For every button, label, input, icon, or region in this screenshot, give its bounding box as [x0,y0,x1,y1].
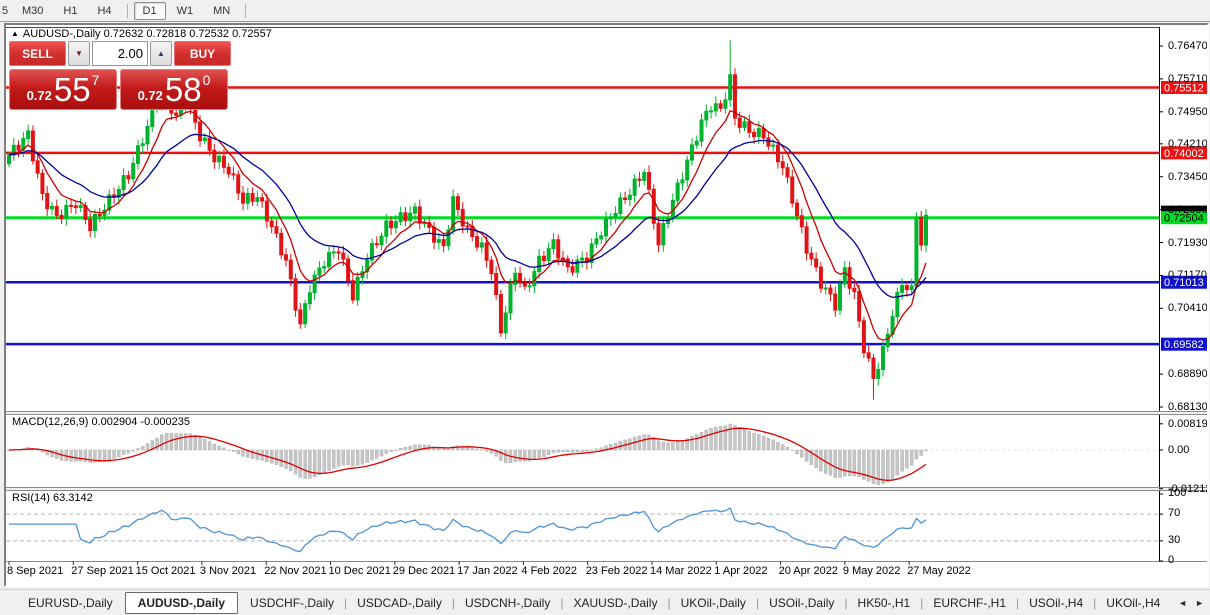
timeframe-button-d1[interactable]: D1 [133,1,166,20]
sell-button[interactable]: SELL [9,41,66,66]
date-axis-label: 9 May 2022 [842,565,901,577]
chart-title: ▲ AUDUSD-,Daily 0.72632 0.72818 0.72532 0… [11,28,272,40]
chart-tab-usoil-daily[interactable]: USOil-,Daily [759,593,844,613]
timeframe-button-w1[interactable]: W1 [168,2,203,20]
chart-tab-ukoil-daily[interactable]: UKOil-,Daily [671,593,756,613]
sell-price-base: 0.72 [26,88,52,103]
svg-text:0.69582: 0.69582 [1164,339,1204,351]
chart-tab-bar: EURUSD-,Daily AUDUSD-,Daily USDCHF-,Daily |… [0,589,1210,615]
price-axis-tick: 0.73450 [1168,170,1207,183]
date-axis-label: 14 Mar 2022 [650,565,712,577]
rsi-label: RSI(14) 63.3142 [12,492,93,504]
date-axis-label: 1 Apr 2022 [714,565,768,577]
moving-average-line [8,133,927,299]
macd-axis-tick: 0.008197 [1168,417,1207,430]
date-axis-label: 10 Dec 2021 [328,565,391,577]
date-axis-label: 15 Oct 2021 [135,565,196,577]
chart-tab-audusd-daily[interactable]: AUDUSD-,Daily [124,591,239,614]
chart-ohlc-values: 0.72632 0.72818 0.72532 0.72557 [103,28,272,40]
chart-tab-ukoil-h4[interactable]: UKOil-,H4 [1096,593,1170,613]
volume-input[interactable] [92,41,148,66]
tab-scroll-right-icon[interactable]: ► [1195,598,1204,608]
chart-tab-usdcad-daily[interactable]: USDCAD-,Daily [347,593,452,613]
one-click-trade-panel: SELL ▼ ▲ BUY 0.72 55 7 0.72 58 0 [9,41,231,110]
timeframe-button-h1[interactable]: H1 [54,2,86,20]
timeframe-button-m30[interactable]: M30 [13,2,52,20]
sell-price-big: 55 [53,71,91,108]
chart-client[interactable]: 0.75512 0.74002 0.72504 0.71013 0.69582 ▲ AUD… [6,25,1207,585]
toolbar-separator [245,3,247,18]
date-axis-label: 27 May 2022 [907,565,971,577]
tab-scroll-left-icon[interactable]: ◄ [1178,598,1187,608]
timeframe-button-mn[interactable]: MN [204,2,239,20]
price-axis-tick: 0.75710 [1168,72,1207,85]
date-axis-label: 3 Nov 2021 [199,565,257,577]
price-axis-tick: 0.68890 [1168,368,1207,381]
macd-label: MACD(12,26,9) 0.002904 -0.000235 [12,416,190,428]
rsi-axis-tick: 100 [1168,487,1187,499]
rsi-axis-tick: 30 [1168,533,1181,546]
buy-price-base: 0.72 [137,88,163,103]
date-axis-label: 29 Dec 2021 [392,565,456,577]
sell-price-box[interactable]: 0.72 55 7 [9,69,117,110]
date-axis-label: 17 Jan 2022 [457,565,518,577]
chart-tab-usdchf-daily[interactable]: USDCHF-,Daily [240,593,344,613]
date-axis-label: 20 Apr 2022 [778,565,838,577]
price-axis-tick: 0.76470 [1168,40,1207,52]
date-axis-label: 22 Nov 2021 [264,565,327,577]
spin-down-icon: ▼ [75,49,83,58]
timeframe-button-h4[interactable]: H4 [88,2,120,20]
rsi-axis-tick: 0 [1168,554,1175,566]
volume-decrease-button[interactable]: ▼ [68,41,90,66]
price-axis-tick: 0.68130 [1168,401,1207,414]
chart-window: 0.75512 0.74002 0.72504 0.71013 0.69582 ▲ AUD… [4,23,1209,587]
buy-button[interactable]: BUY [174,41,231,66]
chart-collapse-icon[interactable]: ▲ [11,29,19,38]
timeframe-buttons: M30 H1 H4 D1 W1 MN [12,1,251,20]
chart-tab-xauusd-daily[interactable]: XAUUSD-,Daily [563,593,667,613]
price-axis-tick: 0.70410 [1168,302,1207,315]
date-axis-label: 23 Feb 2022 [585,565,648,577]
buy-price-big: 58 [164,71,202,108]
buy-price-box[interactable]: 0.72 58 0 [120,69,228,110]
tab-scroll-arrows: ◄ ► [1178,598,1210,608]
volume-increase-button[interactable]: ▲ [150,41,172,66]
price-axis-tick: 0.74950 [1168,105,1207,118]
sell-price-sup: 7 [91,72,100,88]
toolbar-separator [126,3,128,18]
price-axis-tick: 0.71170 [1168,269,1207,282]
chart-symbol-label: AUDUSD-,Daily [22,28,101,40]
chart-tab-eurusd-daily[interactable]: EURUSD-,Daily [18,593,123,613]
macd-axis-tick: 0.00 [1168,444,1190,456]
chart-tab-eurchf-h1[interactable]: EURCHF-,H1 [923,593,1016,613]
date-axis-label: 8 Sep 2021 [7,565,64,577]
spin-up-icon: ▲ [157,49,165,58]
macd-signal-line [8,427,927,481]
chart-tab-strip: EURUSD-,Daily AUDUSD-,Daily USDCHF-,Daily |… [0,590,1170,615]
price-axis-tick: 0.74210 [1168,137,1207,150]
chart-tab-usdcnh-daily[interactable]: USDCNH-,Daily [455,593,560,613]
buy-price-sup: 0 [202,72,211,88]
timeframe-clipped[interactable]: 5 [0,3,12,19]
chart-tab-hk50-h1[interactable]: HK50-,H1 [848,593,921,613]
rsi-axis-tick: 70 [1168,507,1181,520]
date-axis-label: 27 Sep 2021 [71,565,134,577]
timeframe-toolbar: 5 M30 H1 H4 D1 W1 MN [0,0,1210,22]
rsi-line [9,507,927,553]
macd-histogram [7,423,928,486]
date-axis-label: 4 Feb 2022 [521,565,578,577]
price-axis-tick: 0.72690 [1168,203,1207,216]
chart-tab-usoil-h4[interactable]: USOil-,H4 [1019,593,1093,613]
price-axis-tick: 0.71930 [1168,236,1207,249]
